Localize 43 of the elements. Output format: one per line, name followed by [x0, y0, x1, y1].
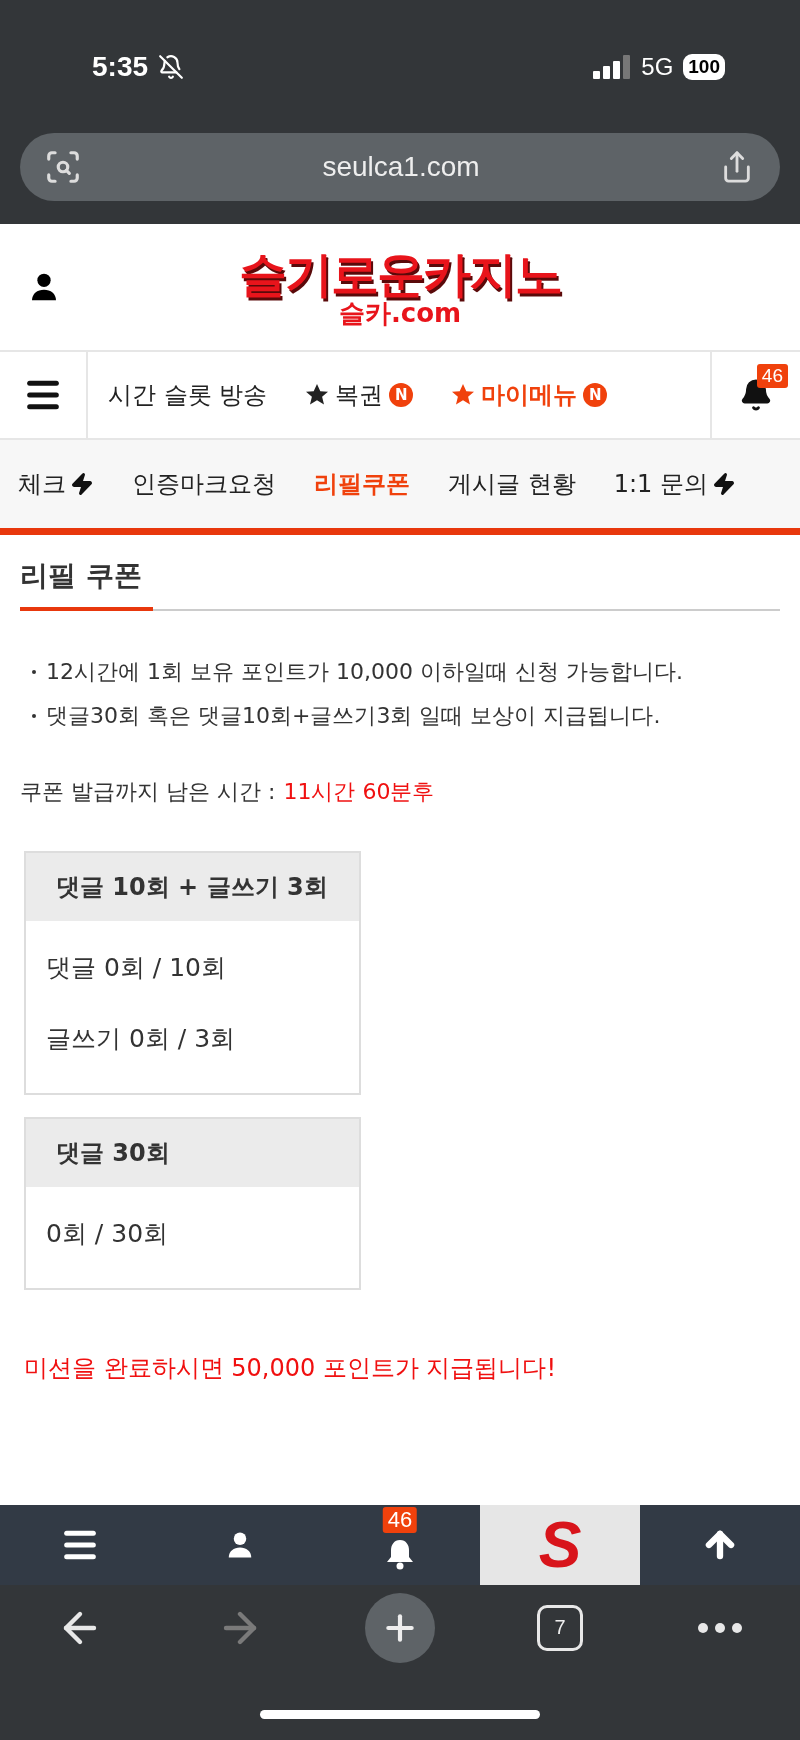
notification-count: 46	[382, 1507, 418, 1533]
status-time: 5:35	[92, 50, 149, 83]
silent-icon	[158, 53, 185, 80]
sub-nav-link[interactable]: 게시글 현황	[448, 468, 576, 500]
nav-link[interactable]: 시간 슬롯 방송	[108, 379, 268, 411]
bullet-icon	[32, 670, 36, 674]
mission-title: 댓글 30회	[26, 1119, 359, 1187]
site-logo[interactable]: 슬기로운카지노 슬카.com	[239, 247, 561, 327]
url-text: seulca1.com	[322, 151, 480, 183]
star-icon	[305, 383, 330, 407]
nav-link[interactable]: 복권 N	[305, 379, 414, 411]
site-logo[interactable]: S	[480, 1505, 640, 1585]
sub-nav-link[interactable]: 1:1 문의	[613, 468, 736, 500]
bolt-icon	[711, 472, 736, 496]
sub-nav-link[interactable]: 체크	[18, 468, 94, 500]
bolt-icon	[70, 472, 94, 496]
mission-requirement: 0회 / 30회	[46, 1218, 170, 1250]
battery-level: 100	[683, 53, 725, 80]
note-text: 12시간에 1회 보유 포인트가 10,000 이하일때 신청 가능합니다.	[46, 658, 683, 686]
page-title: 리필 쿠폰	[20, 558, 143, 594]
signal-icon	[593, 54, 632, 79]
notifications-button[interactable]: 46	[320, 1505, 480, 1585]
bullet-icon	[32, 714, 36, 718]
tabs-button[interactable]: 7	[537, 1604, 583, 1651]
mission-title: 댓글 10회 + 글쓰기 3회	[26, 853, 359, 921]
network-label: 5G	[641, 52, 674, 81]
countdown-label: 쿠폰 발급까지 남은 시간 :	[20, 778, 276, 806]
note-text: 댓글30회 혹은 댓글10회+글쓰기3회 일때 보상이 지급됩니다.	[46, 702, 661, 730]
mission-requirement: 댓글 0회 / 10회	[46, 952, 227, 984]
bell-icon	[384, 1538, 416, 1570]
new-badge: N	[583, 383, 608, 407]
reward-message: 미션을 완료하시면 50,000 포인트가 지급됩니다!	[24, 1353, 558, 1384]
countdown-value: 11시간 60분후	[283, 778, 435, 806]
star-icon	[451, 383, 476, 407]
sub-nav-link[interactable]: 인증마크요청	[132, 468, 276, 500]
lens-icon[interactable]	[44, 148, 82, 186]
notification-count: 46	[756, 364, 788, 388]
sub-nav-link[interactable]: 리필쿠폰	[314, 468, 410, 500]
nav-link[interactable]: 마이메뉴 N	[451, 379, 608, 411]
address-bar[interactable]: seulca1.com	[20, 133, 780, 201]
new-badge: N	[389, 383, 414, 407]
mission-requirement: 글쓰기 0회 / 3회	[46, 1023, 237, 1055]
more-icon[interactable]	[697, 1621, 743, 1634]
